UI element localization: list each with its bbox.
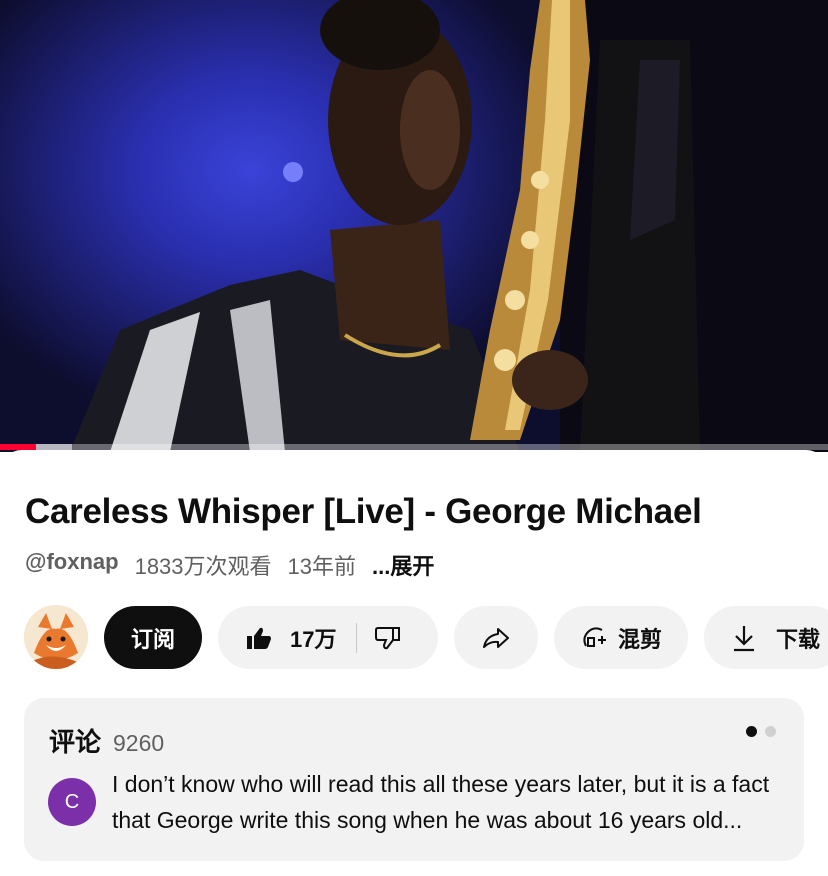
share-arrow-icon bbox=[483, 627, 509, 648]
comments-count: 9260 bbox=[113, 730, 165, 756]
comments-title: 评论 bbox=[49, 727, 102, 757]
action-row: 订阅 17万 混剪 下载 bbox=[0, 605, 828, 671]
share-button[interactable] bbox=[454, 606, 538, 669]
like-dislike-group: 17万 bbox=[218, 606, 438, 669]
download-button[interactable]: 下载 bbox=[704, 606, 828, 669]
comments-header: 评论 9260 bbox=[49, 722, 164, 759]
like-button[interactable]: 17万 bbox=[218, 622, 336, 654]
video-player[interactable] bbox=[0, 0, 828, 452]
remix-label: 混剪 bbox=[617, 626, 662, 652]
commenter-avatar: C bbox=[48, 778, 96, 826]
thumbs-down-icon bbox=[375, 626, 401, 649]
top-comment-text: I don’t know who will read this all thes… bbox=[112, 771, 770, 833]
remix-button[interactable]: 混剪 bbox=[554, 606, 688, 669]
carousel-dot bbox=[765, 726, 776, 737]
dislike-button[interactable] bbox=[375, 626, 401, 650]
video-title[interactable]: Careless Whisper [Live] - George Michael bbox=[25, 492, 702, 532]
carousel-dots bbox=[746, 726, 776, 737]
thumbs-up-icon bbox=[247, 627, 271, 649]
like-count: 17万 bbox=[290, 626, 337, 652]
comments-card[interactable]: 评论 9260 C I don’t know who will read thi… bbox=[24, 698, 804, 861]
carousel-dot-active bbox=[746, 726, 757, 737]
fox-logo-icon bbox=[24, 605, 88, 669]
channel-avatar[interactable] bbox=[24, 605, 88, 669]
view-count: 1833万次观看 bbox=[134, 554, 272, 579]
download-icon bbox=[734, 625, 754, 651]
video-info-sheet: Careless Whisper [Live] - George Michael… bbox=[0, 450, 828, 876]
video-meta[interactable]: @foxnap 1833万次观看 13年前 ...展开 bbox=[25, 549, 434, 581]
upload-age: 13年前 bbox=[287, 554, 357, 579]
subscribe-button[interactable]: 订阅 bbox=[104, 606, 202, 669]
expand-description-link[interactable]: ...展开 bbox=[372, 549, 434, 581]
remix-icon bbox=[583, 626, 606, 647]
channel-handle[interactable]: @foxnap bbox=[25, 549, 119, 581]
download-label: 下载 bbox=[776, 626, 821, 652]
video-frame bbox=[70, 0, 828, 452]
like-divider bbox=[356, 622, 358, 653]
